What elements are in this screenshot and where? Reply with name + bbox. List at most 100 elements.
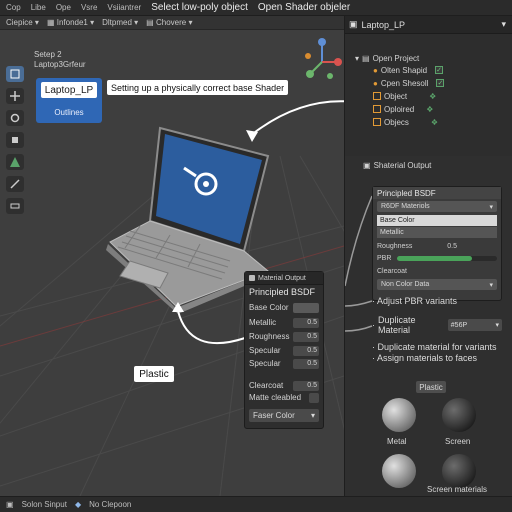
duplicate-variants-item[interactable]: · Duplicate material for variants	[372, 342, 497, 352]
screen-label: Screen	[445, 437, 471, 446]
duplicate-material-button[interactable]: Duplicate Material	[378, 315, 445, 335]
callout-arrow-outliner	[249, 100, 344, 137]
outliner-header: ▣ Laptop_LP ▾	[345, 16, 512, 34]
top-menu-bar: Cop Libe Ope Vsre Vsiiantrer Select low-…	[0, 0, 512, 16]
object-icon: ●	[373, 65, 378, 75]
plastic-material-tag[interactable]: Plastic	[416, 381, 446, 393]
principled-bsdf-node[interactable]: Principled BSDF R6DF Materiols ▾ Base Co…	[372, 186, 502, 301]
metal-label: Metal	[387, 437, 407, 446]
navigation-gizmo-icon[interactable]	[305, 38, 342, 79]
chevron-down-icon: ▾	[489, 281, 493, 289]
collection-icon: ▤	[362, 53, 370, 63]
scene-object: Laptop3Grfeur	[34, 60, 86, 69]
duplicate-material-row: · Duplicate Material #56P ▾	[372, 315, 502, 335]
scene-info: Setep 2 Laptop3Grfeur	[34, 50, 86, 70]
outliner-row-1[interactable]: ● Olten Shapid ✓	[345, 64, 512, 76]
dark-sphere-icon[interactable]	[442, 454, 476, 488]
mouse-left-icon: ▣	[6, 500, 14, 509]
window-title-secondary: Open Shader objeler	[257, 2, 351, 13]
material-icon: ❖	[429, 91, 437, 101]
status-item-1: Solon Sinput	[21, 500, 67, 509]
status-item-2: No Clepoon	[89, 500, 132, 509]
material-output-header: Material Output	[245, 272, 323, 285]
material-icon	[249, 275, 255, 281]
outliner-row-3[interactable]: Object ❖	[345, 90, 512, 102]
window-title: Select low-poly object	[151, 2, 248, 13]
outliner-row-5[interactable]: Objecs ❖	[345, 116, 512, 128]
material-icon: ❖	[426, 104, 434, 114]
metallic-field[interactable]: Metallic	[377, 227, 497, 238]
move-tool-icon[interactable]	[6, 88, 24, 104]
outliner-row-project[interactable]: ▾ ▤ Open Project	[345, 52, 512, 64]
roughness-row[interactable]: Roughness 0.5	[377, 241, 497, 252]
menu-libe[interactable]: Libe	[31, 3, 46, 12]
pbr-slider-fill	[397, 256, 472, 261]
transform-tool-icon[interactable]	[6, 154, 24, 170]
object-icon: ●	[373, 78, 378, 88]
chevron-down-icon: ▾	[489, 203, 493, 211]
outlines-label: Outlines	[54, 108, 84, 117]
display-mode-icon[interactable]: ▣	[349, 19, 358, 30]
outliner-row-4[interactable]: Oploired ❖	[345, 103, 512, 115]
duplicate-dropdown[interactable]: #56P ▾	[447, 319, 502, 331]
mesh-icon	[373, 92, 381, 100]
material-output-popup: Material Output Principled BSDF Base Col…	[244, 271, 324, 429]
chevron-down-icon: ▾	[310, 411, 315, 420]
3d-viewport[interactable]: Ciepice ▾ ▦ Infonde1 ▾ Dltpmed ▾ ▤ Chove…	[0, 16, 344, 496]
outliner-row-2[interactable]: ● Cpen Shesoll ✓	[345, 77, 512, 89]
matte-row[interactable]: Matte cleabled	[249, 392, 319, 403]
object-name-field[interactable]: Laptop_LP	[41, 82, 97, 98]
light-sphere-icon[interactable]	[382, 454, 416, 488]
material-select-dropdown[interactable]: R6DF Materiols ▾	[377, 201, 497, 212]
rotate-tool-icon[interactable]	[6, 110, 24, 126]
pbr-row[interactable]: PBR	[377, 253, 497, 264]
node-title: Principled BSDF	[373, 187, 501, 199]
pbr-slider[interactable]	[397, 256, 497, 261]
screen-sphere-icon[interactable]	[442, 398, 476, 432]
base-color-field[interactable]: Base Color	[377, 215, 497, 226]
clearcoat-row[interactable]: Clearcoat 0.5	[249, 380, 319, 391]
plastic-callout: Plastic	[134, 366, 174, 382]
status-bar: ▣ Solon Sinput ◆ No Clepoon	[0, 496, 512, 512]
base-color-swatch[interactable]	[293, 302, 319, 313]
non-color-dropdown[interactable]: Non Color Data ▾	[377, 279, 497, 290]
metal-sphere-icon[interactable]	[382, 398, 416, 432]
material-icon: ❖	[430, 117, 439, 127]
shader-tooltip: Setting up a physically correct base Sha…	[107, 80, 289, 95]
roughness-row[interactable]: Roughness 0.5	[249, 331, 319, 342]
adjust-pbr-item[interactable]: · Adjust PBR variants	[372, 296, 457, 306]
faser-color-dropdown[interactable]: Faser Color ▾	[249, 409, 319, 422]
outliner-panel: ▣ Laptop_LP ▾ ▾ ▤ Open Project ● Olten S…	[344, 16, 512, 156]
mesh-icon	[373, 105, 381, 113]
check-icon[interactable]: ✓	[436, 79, 445, 87]
chevron-down-icon: ▾	[495, 322, 499, 329]
clearcoat-row[interactable]: Clearcoat	[377, 266, 497, 277]
material-spheres	[382, 398, 476, 488]
tool-strip	[6, 66, 24, 214]
assign-faces-item[interactable]: · Assign materials to faces	[372, 353, 477, 363]
shader-editor-panel: ▣ Shaterial Output Principled BSDF R6DF …	[344, 156, 512, 496]
specular-row-2[interactable]: Specular 0.5	[249, 358, 319, 369]
menu-vsiiantrer[interactable]: Vsiiantrer	[107, 3, 141, 12]
principled-bsdf-title: Principled BSDF	[249, 287, 316, 297]
screen-materials-label: Screen materials	[427, 485, 488, 494]
mouse-right-icon: ◆	[74, 500, 82, 509]
scale-tool-icon[interactable]	[6, 132, 24, 148]
base-color-row[interactable]: Base Color	[249, 302, 319, 313]
object-name-box: Laptop_LP Outlines	[36, 78, 102, 123]
specular-row[interactable]: Specular 0.5	[249, 345, 319, 356]
menu-ope[interactable]: Ope	[56, 3, 71, 12]
menu-vsre[interactable]: Vsre	[81, 3, 97, 12]
outliner-title: Laptop_LP	[361, 19, 406, 30]
filter-icon[interactable]: ▾	[501, 19, 506, 30]
select-tool-icon[interactable]	[6, 66, 24, 82]
measure-tool-icon[interactable]	[6, 198, 24, 214]
metallic-row[interactable]: Metallic 0.5	[249, 317, 319, 328]
menu-cop[interactable]: Cop	[6, 3, 21, 12]
check-icon[interactable]: ✓	[435, 66, 444, 74]
matte-checkbox[interactable]	[309, 392, 319, 403]
mesh-icon	[373, 118, 381, 126]
expand-arrow-icon[interactable]: ▾	[355, 54, 359, 63]
scene-step: Setep 2	[34, 50, 62, 59]
annotate-tool-icon[interactable]	[6, 176, 24, 192]
